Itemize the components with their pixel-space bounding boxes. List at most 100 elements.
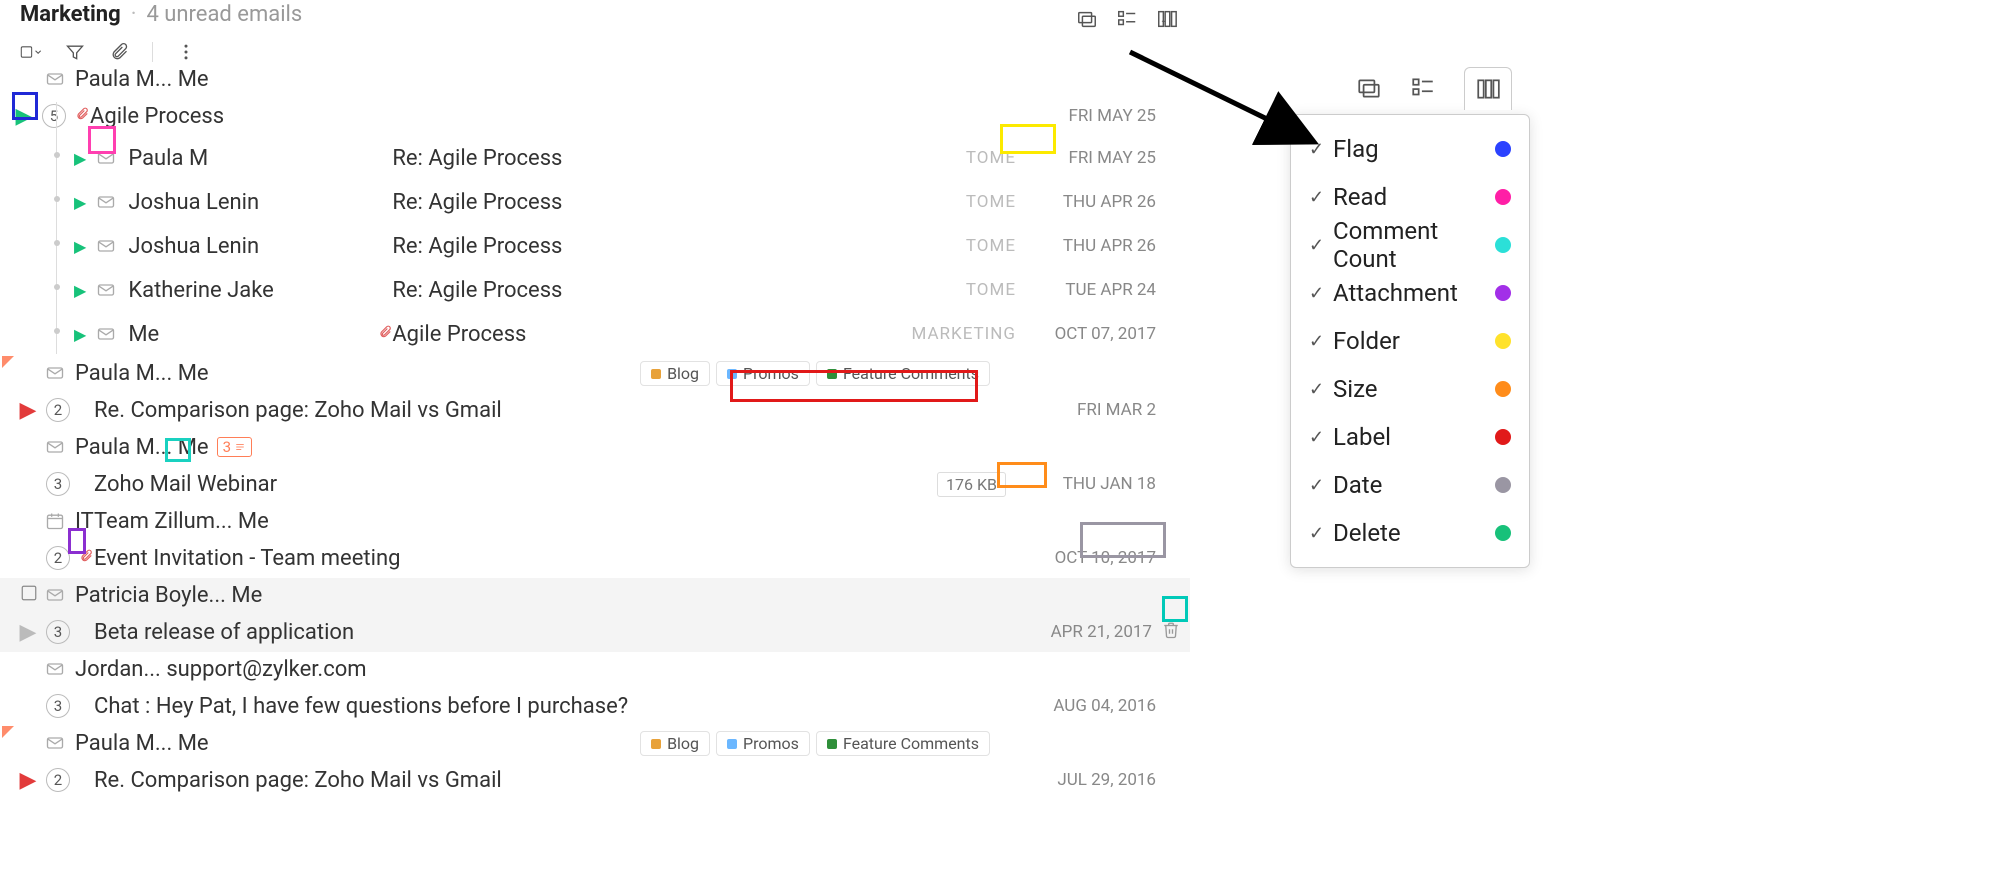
columns-menu-item[interactable]: ✓Label <box>1291 413 1529 461</box>
email-item[interactable]: Jordan... support@zylker.com 3 Chat : He… <box>0 652 1190 726</box>
email-item[interactable]: Paula M... Me BlogPromosFeature Comments… <box>0 726 1190 800</box>
email-item[interactable]: ITTeam Zillum... Me 2 Event Invitation -… <box>0 504 1190 578</box>
check-icon: ✓ <box>1309 475 1333 496</box>
envelope-icon <box>45 733 65 753</box>
view-card-icon[interactable] <box>1356 75 1382 101</box>
color-dot <box>1495 429 1511 445</box>
flag-icon[interactable]: ▶ <box>74 325 86 344</box>
thread-child-row[interactable]: ▶Joshua LeninRe: Agile ProcessTOMETHU AP… <box>0 224 1190 268</box>
attachment-filter-icon[interactable] <box>108 41 130 63</box>
thread-count-badge: 2 <box>46 768 70 792</box>
check-icon: ✓ <box>1309 235 1333 256</box>
columns-menu-item[interactable]: ✓Read <box>1291 173 1529 221</box>
thread-count-badge: 2 <box>46 546 70 570</box>
email-date: TUE APR 24 <box>1046 280 1156 300</box>
email-date: THU JAN 18 <box>1046 474 1156 494</box>
email-date: THU APR 26 <box>1046 192 1156 212</box>
flag-icon[interactable]: ▶ <box>74 237 86 256</box>
email-item[interactable]: Patricia Boyle... Me ▶ 3 Beta release of… <box>0 578 1190 652</box>
flag-icon[interactable]: ▶ <box>18 620 38 645</box>
email-subject: Agile Process <box>392 322 526 347</box>
trash-icon[interactable] <box>1162 620 1180 645</box>
flag-icon[interactable]: ▶ <box>74 281 86 300</box>
view-columns-icon[interactable] <box>1156 8 1178 30</box>
email-subject: Re: Agile Process <box>392 146 562 171</box>
sender-label: Jordan... support@zylker.com <box>75 657 367 682</box>
check-icon: ✓ <box>1309 427 1333 448</box>
label-group: BlogPromosFeature Comments <box>634 360 990 387</box>
menu-item-label: Read <box>1333 183 1495 211</box>
email-date: AUG 04, 2016 <box>1046 696 1156 716</box>
email-thread[interactable]: Paula M... Me ▶ 5 Agile Process FRI MAY … <box>0 62 1190 356</box>
flag-icon[interactable]: ▶ <box>74 193 86 212</box>
menu-item-label: Date <box>1333 471 1495 499</box>
thread-count-badge: 3 <box>46 472 70 496</box>
sender-label: Patricia Boyle... Me <box>75 583 262 608</box>
color-dot <box>1495 237 1511 253</box>
sender-label: Paula M... Me <box>75 67 209 92</box>
view-columns-icon[interactable] <box>1464 67 1512 110</box>
folder-label: TOME <box>966 148 1016 168</box>
view-list-icon[interactable] <box>1410 75 1436 101</box>
thread-child-row[interactable]: ▶MeAgile ProcessMARKETINGOCT 07, 2017 <box>0 312 1190 356</box>
columns-menu-item[interactable]: ✓Comment Count <box>1291 221 1529 269</box>
label-tag[interactable]: Feature Comments <box>816 731 990 756</box>
label-tag[interactable]: Blog <box>640 361 710 386</box>
more-icon[interactable] <box>175 41 197 63</box>
color-dot <box>1495 477 1511 493</box>
email-item[interactable]: Paula M... Me 3 3 Zoho Mail Webinar 176 … <box>0 430 1190 504</box>
email-subject: Re. Comparison page: Zoho Mail vs Gmail <box>94 398 502 423</box>
columns-menu-item[interactable]: ✓Folder <box>1291 317 1529 365</box>
flag-icon[interactable]: ▶ <box>18 398 38 423</box>
comment-count-badge: 3 <box>217 437 252 457</box>
email-date: OCT 10, 2017 <box>1046 548 1156 568</box>
check-icon: ✓ <box>1309 331 1333 352</box>
check-icon: ✓ <box>1309 379 1333 400</box>
thread-subject: Agile Process <box>90 104 224 129</box>
folder-title: Marketing <box>20 2 121 27</box>
row-checkbox[interactable] <box>20 583 38 608</box>
email-list: Paula M... Me ▶ 5 Agile Process FRI MAY … <box>0 62 1190 870</box>
thread-summary-row[interactable]: ▶ 5 Agile Process FRI MAY 25 <box>0 96 1190 136</box>
paperclip-icon <box>78 546 94 571</box>
columns-menu-item[interactable]: ✓Attachment <box>1291 269 1529 317</box>
label-tag[interactable]: Feature Comments <box>816 361 990 386</box>
thread-count-badge: 3 <box>46 694 70 718</box>
columns-menu-item[interactable]: ✓Size <box>1291 365 1529 413</box>
thread-child-row[interactable]: ▶Joshua LeninRe: Agile ProcessTOMETHU AP… <box>0 180 1190 224</box>
columns-menu-item[interactable]: ✓Date <box>1291 461 1529 509</box>
unread-indicator <box>2 726 14 738</box>
folder-label: TOME <box>966 280 1016 300</box>
email-date: JUL 29, 2016 <box>1046 770 1156 790</box>
thread-child-row[interactable]: ▶Katherine JakeRe: Agile ProcessTOMETUE … <box>0 268 1190 312</box>
sender-label: ITTeam Zillum... Me <box>75 509 269 534</box>
folder-header: Marketing · 4 unread emails <box>0 0 1190 28</box>
sender-label: Joshua Lenin <box>128 234 378 259</box>
label-tag[interactable]: Promos <box>716 361 810 386</box>
menu-item-label: Flag <box>1333 135 1495 163</box>
email-subject: Zoho Mail Webinar <box>94 472 277 497</box>
view-card-icon[interactable] <box>1076 8 1098 30</box>
columns-menu: ✓Flag✓Read✓Comment Count✓Attachment✓Fold… <box>1290 114 1530 568</box>
select-all-checkbox[interactable] <box>20 41 42 63</box>
email-subject: Re: Agile Process <box>392 278 562 303</box>
flag-icon[interactable]: ▶ <box>14 104 34 129</box>
flag-icon[interactable]: ▶ <box>18 768 38 793</box>
color-dot <box>1495 333 1511 349</box>
email-item[interactable]: Paula M... Me BlogPromosFeature Comments… <box>0 356 1190 430</box>
folder-label: MARKETING <box>911 324 1016 344</box>
filter-icon[interactable] <box>64 41 86 63</box>
check-icon: ✓ <box>1309 187 1333 208</box>
columns-popover: ✓Flag✓Read✓Comment Count✓Attachment✓Fold… <box>1290 62 1530 568</box>
unread-count: 4 unread emails <box>146 2 302 27</box>
sender-label: Paula M <box>128 146 378 171</box>
menu-item-label: Folder <box>1333 327 1495 355</box>
thread-count-badge: 5 <box>42 104 66 128</box>
columns-menu-item[interactable]: ✓Delete <box>1291 509 1529 557</box>
label-tag[interactable]: Promos <box>716 731 810 756</box>
flag-icon[interactable]: ▶ <box>74 149 86 168</box>
view-list-icon[interactable] <box>1116 8 1138 30</box>
thread-count-badge: 3 <box>46 620 70 644</box>
thread-child-row[interactable]: ▶Paula MRe: Agile ProcessTOMEFRI MAY 25 <box>0 136 1190 180</box>
label-tag[interactable]: Blog <box>640 731 710 756</box>
